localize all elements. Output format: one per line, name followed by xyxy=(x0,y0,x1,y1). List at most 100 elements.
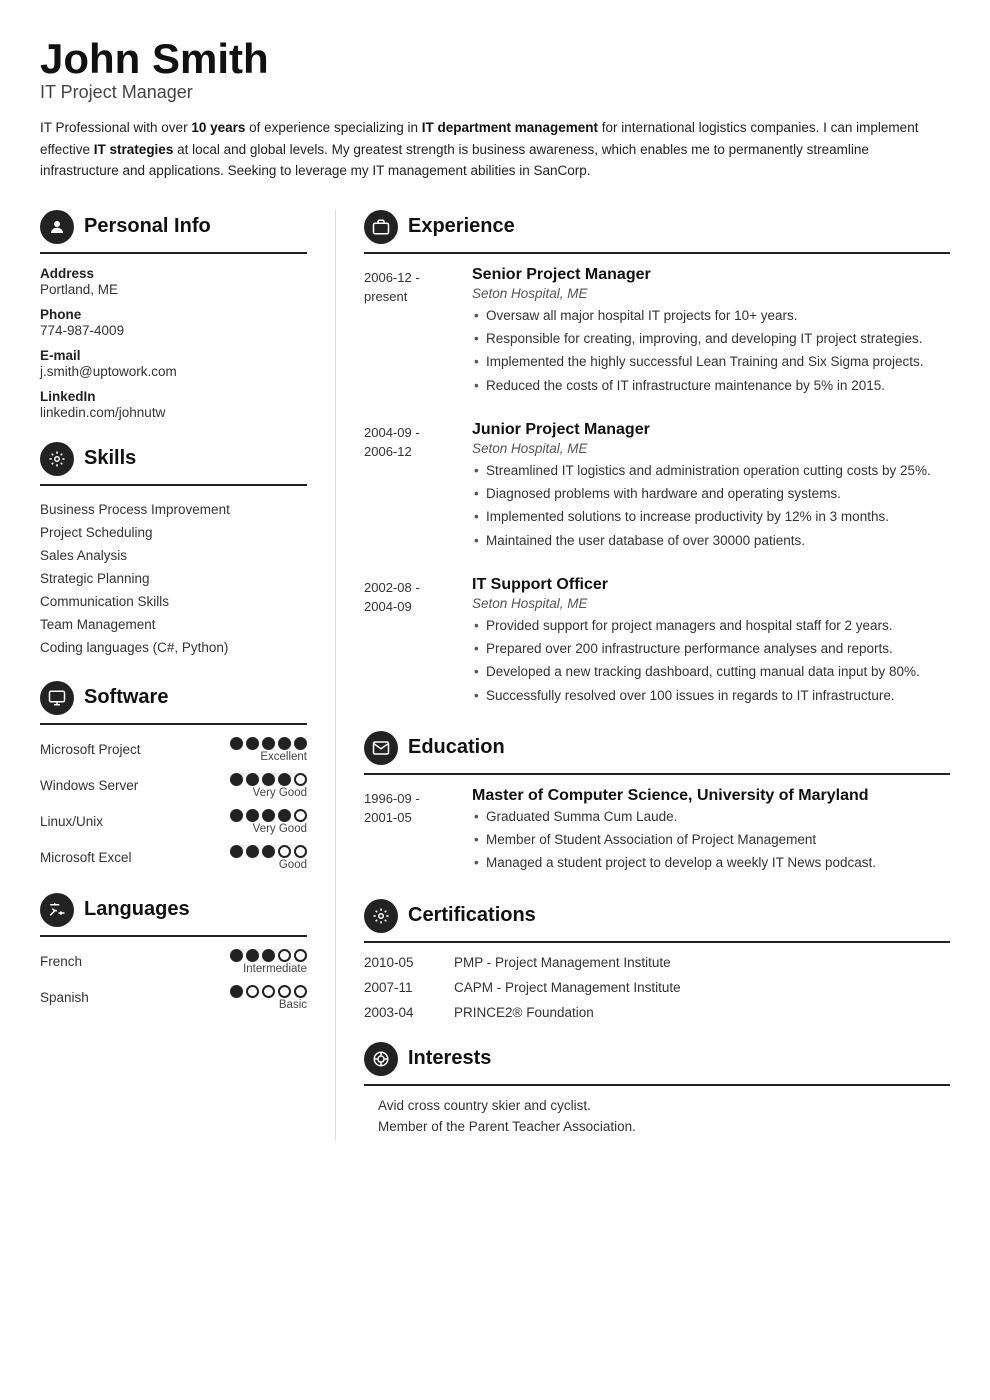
software-name: Microsoft Excel xyxy=(40,850,150,865)
dot-empty xyxy=(246,985,259,998)
entry-date: 1996-09 -2001-05 xyxy=(364,787,454,877)
education-title: Education xyxy=(408,736,505,759)
cert-name: CAPM - Project Management Institute xyxy=(454,980,681,995)
right-column: Experience 2006-12 -present Senior Proje… xyxy=(335,210,950,1140)
dot-empty xyxy=(278,845,291,858)
cert-name: PMP - Project Management Institute xyxy=(454,955,671,970)
certifications-list: 2010-05 PMP - Project Management Institu… xyxy=(364,955,950,1020)
email-value: j.smith@uptowork.com xyxy=(40,364,307,379)
language-level: Intermediate xyxy=(230,949,307,975)
skills-divider xyxy=(40,484,307,486)
interests-list: Avid cross country skier and cyclist. Me… xyxy=(364,1098,950,1134)
cert-name: PRINCE2® Foundation xyxy=(454,1005,594,1020)
dot-empty xyxy=(294,949,307,962)
dot-empty xyxy=(278,949,291,962)
software-icon xyxy=(40,681,74,715)
dot-filled xyxy=(246,949,259,962)
cert-row: 2007-11 CAPM - Project Management Instit… xyxy=(364,980,950,995)
dot-filled xyxy=(246,809,259,822)
software-divider xyxy=(40,723,307,725)
cert-row: 2003-04 PRINCE2® Foundation xyxy=(364,1005,950,1020)
certifications-divider xyxy=(364,941,950,943)
bullet-item: Member of Student Association of Project… xyxy=(472,830,950,850)
software-title: Software xyxy=(84,686,168,709)
skill-item: Communication Skills xyxy=(40,590,307,613)
dot-filled xyxy=(262,845,275,858)
dot-empty xyxy=(294,845,307,858)
resume-header: John Smith IT Project Manager IT Profess… xyxy=(40,36,950,182)
education-icon xyxy=(364,731,398,765)
personal-info-header: Personal Info xyxy=(40,210,307,244)
interest-item: Member of the Parent Teacher Association… xyxy=(364,1119,950,1134)
cert-date: 2010-05 xyxy=(364,955,436,970)
interests-header: Interests xyxy=(364,1042,950,1076)
languages-list: French Intermediate Spanish xyxy=(40,949,307,1011)
dot-empty xyxy=(294,809,307,822)
software-list: Microsoft Project Excellent Windows Serv… xyxy=(40,737,307,871)
software-level: Good xyxy=(230,845,307,871)
skills-title: Skills xyxy=(84,447,136,470)
dot-filled xyxy=(262,949,275,962)
email-label: E-mail xyxy=(40,348,307,363)
bullet-item: Prepared over 200 infrastructure perform… xyxy=(472,639,950,659)
software-name: Windows Server xyxy=(40,778,150,793)
interests-icon xyxy=(364,1042,398,1076)
software-row: Microsoft Excel Good xyxy=(40,845,307,871)
personal-info-divider xyxy=(40,252,307,254)
software-row: Windows Server Very Good xyxy=(40,773,307,799)
software-row: Microsoft Project Excellent xyxy=(40,737,307,763)
address-label: Address xyxy=(40,266,307,281)
summary-text: IT Professional with over 10 years of ex… xyxy=(40,117,950,182)
software-name: Microsoft Project xyxy=(40,742,150,757)
bullet-item: Maintained the user database of over 300… xyxy=(472,531,950,551)
dot-filled xyxy=(246,773,259,786)
dot-filled xyxy=(230,809,243,822)
experience-entry: 2004-09 -2006-12 Junior Project Manager … xyxy=(364,421,950,554)
candidate-name: John Smith xyxy=(40,36,950,82)
certifications-title: Certifications xyxy=(408,904,536,927)
entry-content: IT Support Officer Seton Hospital, ME Pr… xyxy=(472,576,950,709)
left-column: Personal Info Address Portland, ME Phone… xyxy=(40,210,335,1140)
dot-empty xyxy=(294,773,307,786)
bullet-item: Responsible for creating, improving, and… xyxy=(472,329,950,349)
entry-bullets: Graduated Summa Cum Laude. Member of Stu… xyxy=(472,807,950,874)
dot-filled xyxy=(278,737,291,750)
bullet-item: Reduced the costs of IT infrastructure m… xyxy=(472,376,950,396)
entry-bullets: Streamlined IT logistics and administrat… xyxy=(472,461,950,551)
dot-filled xyxy=(246,737,259,750)
experience-entry: 2006-12 -present Senior Project Manager … xyxy=(364,266,950,399)
skill-item: Project Scheduling xyxy=(40,521,307,544)
dot-filled xyxy=(230,845,243,858)
dot-filled xyxy=(230,737,243,750)
education-header: Education xyxy=(364,731,950,765)
experience-entry: 2002-08 -2004-09 IT Support Officer Seto… xyxy=(364,576,950,709)
entry-company: Seton Hospital, ME xyxy=(472,286,950,301)
skill-item: Business Process Improvement xyxy=(40,498,307,521)
experience-title: Experience xyxy=(408,215,515,238)
bullet-item: Diagnosed problems with hardware and ope… xyxy=(472,484,950,504)
languages-divider xyxy=(40,935,307,937)
level-label: Intermediate xyxy=(243,963,307,975)
bullet-item: Graduated Summa Cum Laude. xyxy=(472,807,950,827)
bullet-item: Oversaw all major hospital IT projects f… xyxy=(472,306,950,326)
entry-content: Master of Computer Science, University o… xyxy=(472,787,950,877)
candidate-title: IT Project Manager xyxy=(40,82,950,103)
entry-bullets: Provided support for project managers an… xyxy=(472,616,950,706)
software-level: Excellent xyxy=(230,737,307,763)
language-name: French xyxy=(40,954,120,969)
dot-empty xyxy=(294,985,307,998)
skill-item: Coding languages (C#, Python) xyxy=(40,636,307,659)
entry-date: 2006-12 -present xyxy=(364,266,454,399)
skill-item: Team Management xyxy=(40,613,307,636)
software-name: Linux/Unix xyxy=(40,814,150,829)
bullet-item: Developed a new tracking dashboard, cutt… xyxy=(472,662,950,682)
dot-filled xyxy=(230,949,243,962)
languages-icon xyxy=(40,893,74,927)
entry-company: Seton Hospital, ME xyxy=(472,441,950,456)
entry-job-title: IT Support Officer xyxy=(472,576,950,594)
software-header: Software xyxy=(40,681,307,715)
entry-content: Junior Project Manager Seton Hospital, M… xyxy=(472,421,950,554)
cert-row: 2010-05 PMP - Project Management Institu… xyxy=(364,955,950,970)
bullet-item: Streamlined IT logistics and administrat… xyxy=(472,461,950,481)
interest-item: Avid cross country skier and cyclist. xyxy=(364,1098,950,1113)
